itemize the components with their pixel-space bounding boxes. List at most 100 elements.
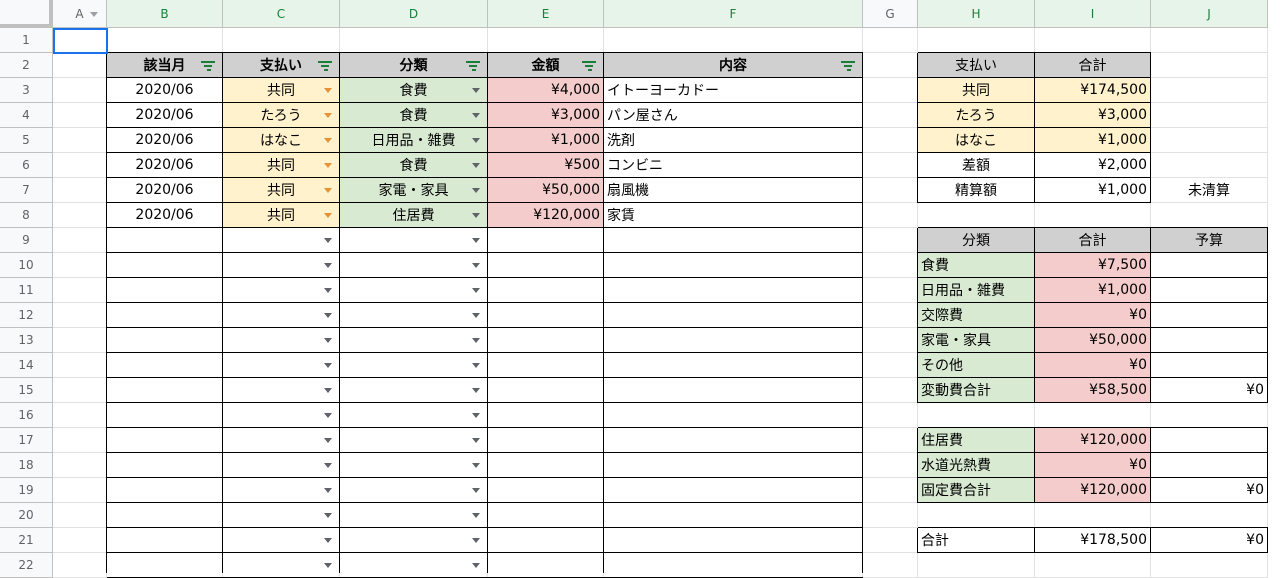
grid-cell[interactable] xyxy=(488,553,604,578)
row-header-6[interactable]: 6 xyxy=(0,153,53,178)
grid-cell[interactable] xyxy=(604,378,863,403)
grid-cell[interactable] xyxy=(340,353,488,378)
grid-cell[interactable] xyxy=(1151,203,1268,228)
grid-cell[interactable] xyxy=(918,403,1035,428)
grand-total-value[interactable]: ¥178,500 xyxy=(1035,528,1151,553)
category-summary-budget[interactable] xyxy=(1151,328,1268,353)
grid-cell[interactable] xyxy=(863,478,918,503)
payment-summary-label[interactable]: はなこ xyxy=(918,128,1035,153)
grid-cell[interactable] xyxy=(53,328,107,353)
payer-dropdown-icon[interactable] xyxy=(324,313,332,318)
grid-cell[interactable] xyxy=(488,303,604,328)
grid-cell[interactable] xyxy=(53,203,107,228)
main-table-cell[interactable]: 共同 xyxy=(223,178,340,203)
summary-header-cell[interactable]: 分類 xyxy=(918,228,1035,253)
grid-cell[interactable] xyxy=(604,278,863,303)
grid-cell[interactable] xyxy=(604,528,863,553)
grid-cell[interactable] xyxy=(340,503,488,528)
category-dropdown-icon[interactable] xyxy=(472,363,480,368)
grid-cell[interactable] xyxy=(107,253,223,278)
category-dropdown-icon[interactable] xyxy=(472,463,480,468)
category-summary-total[interactable]: ¥7,500 xyxy=(1035,253,1151,278)
grid-cell[interactable] xyxy=(1151,403,1268,428)
grid-cell[interactable] xyxy=(604,253,863,278)
main-table-cell[interactable]: 2020/06 xyxy=(107,203,223,228)
grid-cell[interactable] xyxy=(53,228,107,253)
grid-cell[interactable] xyxy=(53,528,107,553)
grid-cell[interactable] xyxy=(340,28,488,53)
category-dropdown-icon[interactable] xyxy=(472,263,480,268)
payer-dropdown-icon[interactable] xyxy=(324,113,332,118)
grid-cell[interactable] xyxy=(488,478,604,503)
row-header-2[interactable]: 2 xyxy=(0,53,53,78)
grid-cell[interactable] xyxy=(918,203,1035,228)
grid-cell[interactable] xyxy=(107,553,223,578)
payment-summary-value[interactable]: ¥174,500 xyxy=(1035,78,1151,103)
column-header-b[interactable]: B xyxy=(107,0,223,28)
grid-cell[interactable] xyxy=(863,453,918,478)
grid-cell[interactable] xyxy=(488,453,604,478)
grid-cell[interactable] xyxy=(604,503,863,528)
category-summary-label[interactable]: 日用品・雑費 xyxy=(918,278,1035,303)
category-dropdown-icon[interactable] xyxy=(472,113,480,118)
category-dropdown-icon[interactable] xyxy=(472,513,480,518)
column-header-i[interactable]: I xyxy=(1035,0,1151,28)
grid-cell[interactable] xyxy=(1151,53,1268,78)
grid-cell[interactable] xyxy=(223,378,340,403)
grid-cell[interactable] xyxy=(863,228,918,253)
filter-icon[interactable] xyxy=(318,61,332,71)
column-header-h[interactable]: H xyxy=(918,0,1035,28)
column-header-e[interactable]: E xyxy=(488,0,604,28)
fixed-summary-budget[interactable] xyxy=(1151,428,1268,453)
summary-header-cell[interactable]: 支払い xyxy=(918,53,1035,78)
grid-cell[interactable] xyxy=(107,228,223,253)
settlement-status[interactable]: 未清算 xyxy=(1151,178,1268,203)
grid-cell[interactable] xyxy=(1035,553,1151,578)
grid-cell[interactable] xyxy=(604,28,863,53)
category-summary-label[interactable]: 家電・家具 xyxy=(918,328,1035,353)
grid-cell[interactable] xyxy=(604,353,863,378)
grid-cell[interactable] xyxy=(604,403,863,428)
grid-cell[interactable] xyxy=(604,453,863,478)
grid-cell[interactable] xyxy=(223,503,340,528)
category-dropdown-icon[interactable] xyxy=(472,413,480,418)
grid-cell[interactable] xyxy=(1035,203,1151,228)
payer-dropdown-icon[interactable] xyxy=(324,388,332,393)
grid-cell[interactable] xyxy=(53,153,107,178)
summary-header-cell[interactable]: 合計 xyxy=(1035,53,1151,78)
grid-cell[interactable] xyxy=(1151,28,1268,53)
grid-cell[interactable] xyxy=(107,503,223,528)
active-cell-selection[interactable] xyxy=(53,28,108,54)
fixed-summary-total[interactable]: ¥120,000 xyxy=(1035,478,1151,503)
grid-cell[interactable] xyxy=(863,128,918,153)
grid-cell[interactable] xyxy=(223,28,340,53)
grid-cell[interactable] xyxy=(53,303,107,328)
category-summary-total[interactable]: ¥50,000 xyxy=(1035,328,1151,353)
row-header-18[interactable]: 18 xyxy=(0,453,53,478)
grid-cell[interactable] xyxy=(53,53,107,78)
category-summary-total[interactable]: ¥0 xyxy=(1035,303,1151,328)
payer-dropdown-icon[interactable] xyxy=(324,363,332,368)
grid-cell[interactable] xyxy=(863,378,918,403)
payment-summary-label[interactable]: 差額 xyxy=(918,153,1035,178)
grid-cell[interactable] xyxy=(223,478,340,503)
grid-cell[interactable] xyxy=(488,328,604,353)
grid-cell[interactable] xyxy=(604,428,863,453)
grid-cell[interactable] xyxy=(863,178,918,203)
payer-dropdown-icon[interactable] xyxy=(324,488,332,493)
grid-cell[interactable] xyxy=(223,228,340,253)
main-table-cell[interactable]: 共同 xyxy=(223,78,340,103)
row-header-12[interactable]: 12 xyxy=(0,303,53,328)
grid-cell[interactable] xyxy=(488,428,604,453)
grid-cell[interactable] xyxy=(340,278,488,303)
payer-dropdown-icon[interactable] xyxy=(324,88,332,93)
grid-cell[interactable] xyxy=(863,28,918,53)
payer-dropdown-icon[interactable] xyxy=(324,463,332,468)
payment-summary-value[interactable]: ¥2,000 xyxy=(1035,153,1151,178)
category-summary-label[interactable]: 交際費 xyxy=(918,303,1035,328)
grid-cell[interactable] xyxy=(340,228,488,253)
fixed-summary-budget[interactable] xyxy=(1151,453,1268,478)
category-summary-total[interactable]: ¥0 xyxy=(1035,353,1151,378)
grid-cell[interactable] xyxy=(107,303,223,328)
grid-cell[interactable] xyxy=(1151,128,1268,153)
